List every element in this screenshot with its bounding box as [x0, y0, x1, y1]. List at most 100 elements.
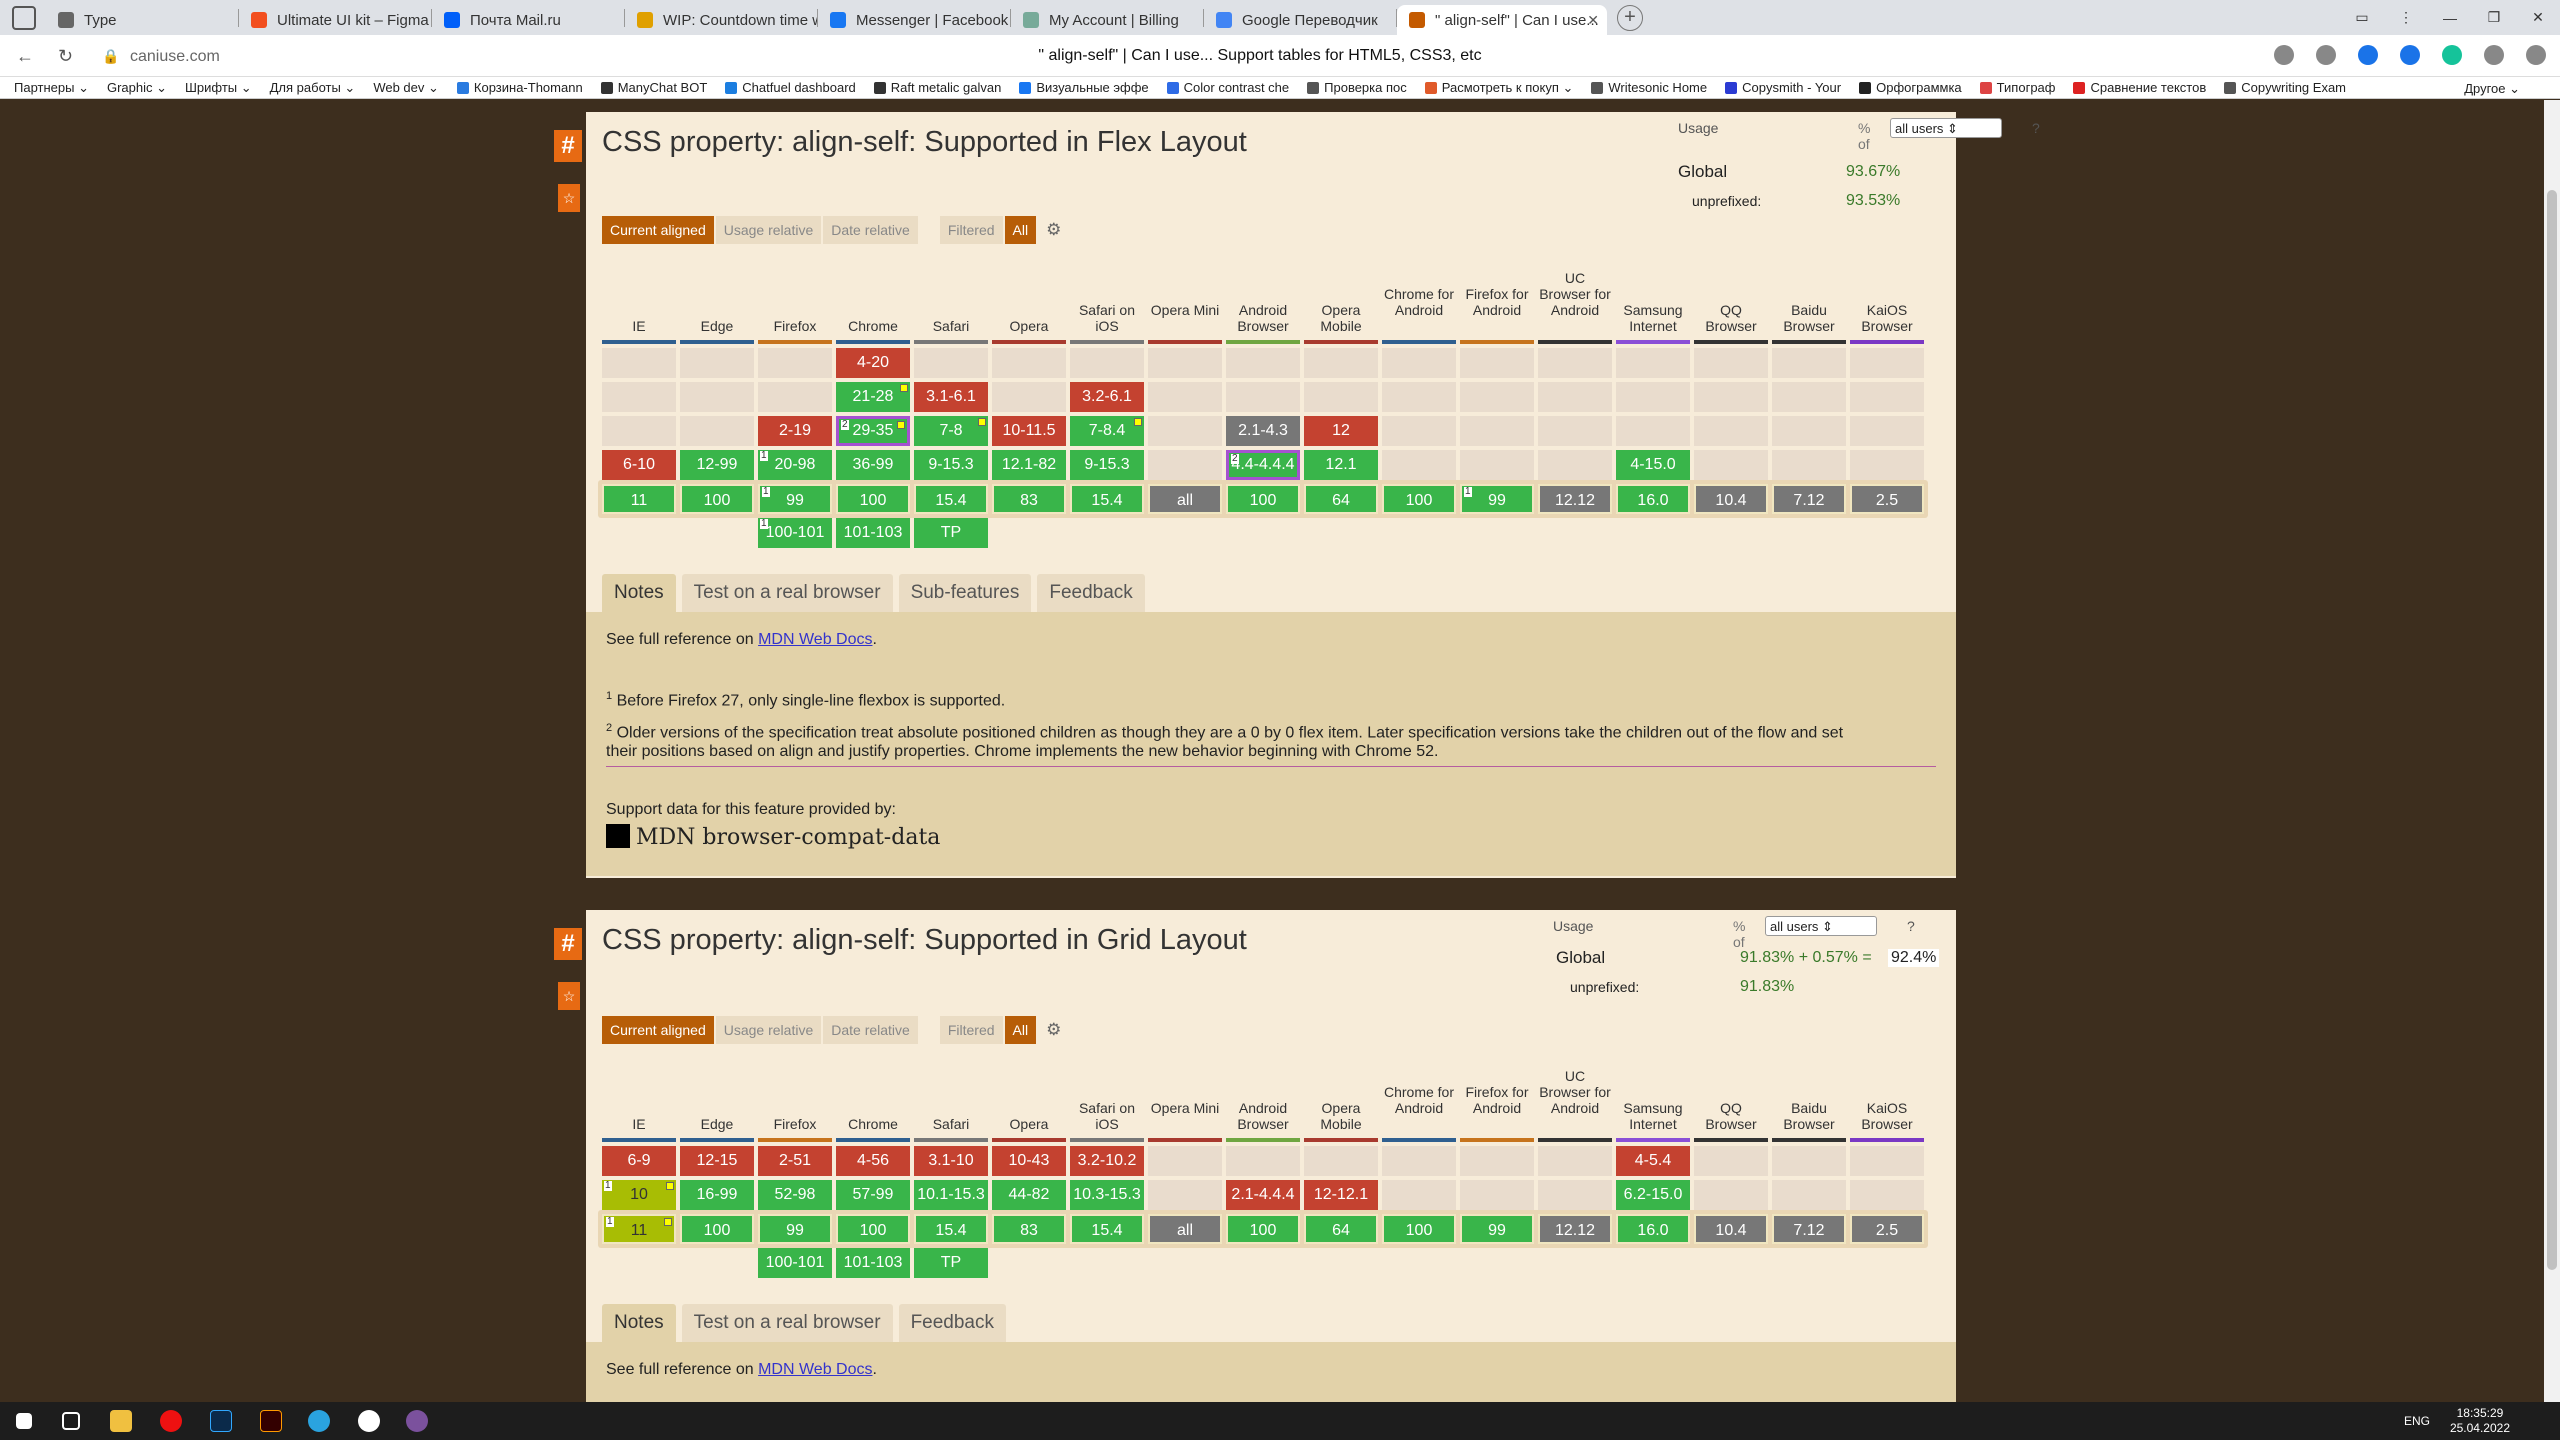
bookmark-item[interactable]: Расмотреть к покуп ⌄ [1424, 80, 1573, 96]
window-control-button[interactable]: — [2428, 10, 2472, 26]
support-cell[interactable]: 3.2-6.1 [1070, 382, 1144, 412]
support-cell[interactable]: 16.0 [1616, 484, 1690, 514]
mdn-link[interactable]: MDN Web Docs [758, 1361, 872, 1378]
support-cell[interactable]: 99 1 [1460, 484, 1534, 514]
illustrator-icon[interactable] [260, 1410, 282, 1432]
support-cell[interactable]: 2.1-4.3 [1226, 416, 1300, 446]
support-cell[interactable]: 10.4 [1694, 1214, 1768, 1244]
support-cell[interactable]: 100-101 1 [758, 518, 832, 548]
support-cell[interactable]: 64 [1304, 1214, 1378, 1244]
window-control-button[interactable]: ▭ [2340, 9, 2384, 26]
support-cell[interactable]: 29-35 2 [836, 416, 910, 446]
mdn-link[interactable]: MDN Web Docs [758, 631, 872, 648]
browser-tab[interactable]: Type [46, 5, 238, 35]
workspaces-icon[interactable] [12, 5, 36, 30]
support-cell[interactable]: 15.4 [914, 484, 988, 514]
support-cell[interactable]: 99 [758, 1214, 832, 1244]
support-cell[interactable]: 11 [602, 484, 676, 514]
tab-notes[interactable]: Notes [602, 574, 676, 612]
support-cell[interactable]: 6-10 [602, 450, 676, 480]
support-cell[interactable]: 6.2-15.0 [1616, 1180, 1690, 1210]
bookmark-item[interactable]: Copywriting Exam [2224, 80, 2346, 96]
support-cell[interactable]: 10.1-15.3 [914, 1180, 988, 1210]
bookmark-item[interactable]: Graphic ⌄ [107, 80, 167, 96]
bookmark-icon[interactable] [2316, 45, 2336, 65]
close-icon[interactable]: ✕ [1587, 12, 1599, 29]
support-cell[interactable]: 36-99 [836, 450, 910, 480]
support-cell[interactable]: 10-11.5 [992, 416, 1066, 446]
support-cell[interactable]: 11 1 [602, 1214, 676, 1244]
tab-test-on-a-real-browser[interactable]: Test on a real browser [681, 574, 893, 612]
support-cell[interactable]: 83 [992, 1214, 1066, 1244]
support-cell[interactable]: 4-5.4 [1616, 1146, 1690, 1176]
windows-start-icon[interactable] [16, 1413, 32, 1429]
hash-link-icon[interactable]: # [554, 928, 582, 960]
support-cell[interactable]: 9-15.3 [914, 450, 988, 480]
support-cell[interactable]: 10.3-15.3 [1070, 1180, 1144, 1210]
bookmark-item[interactable]: Сравнение текстов [2073, 80, 2206, 96]
bookmark-item[interactable]: Проверка пос [1307, 80, 1407, 96]
browser-tab[interactable]: Почта Mail.ru [432, 5, 624, 35]
extension-icon[interactable] [2358, 45, 2378, 65]
bookmark-item[interactable]: Raft metalic galvan [873, 80, 1001, 96]
support-cell[interactable]: 100 [836, 1214, 910, 1244]
support-cell[interactable]: 99 [1460, 1214, 1534, 1244]
support-cell[interactable]: 10.4 [1694, 484, 1768, 514]
bookmark-item[interactable]: Партнеры ⌄ [14, 80, 89, 96]
grammarly-icon[interactable] [2442, 45, 2462, 65]
support-cell[interactable]: 2-51 [758, 1146, 832, 1176]
support-cell[interactable]: 12-99 [680, 450, 754, 480]
opera-icon[interactable] [160, 1410, 182, 1432]
date-relative-button[interactable]: Date relative [823, 216, 918, 244]
tab-feedback[interactable]: Feedback [1037, 574, 1145, 612]
scroll-thumb[interactable] [2547, 190, 2557, 1270]
bookmark-item[interactable]: Copysmith - Your [1725, 80, 1841, 96]
tab-feedback[interactable]: Feedback [898, 1304, 1007, 1342]
bookmark-item[interactable]: Color contrast che [1166, 80, 1289, 96]
browser-tab[interactable]: WIP: Countdown time widg [625, 5, 817, 35]
window-control-button[interactable]: ✕ [2516, 9, 2560, 26]
filtered-button[interactable]: Filtered [939, 1016, 1003, 1044]
support-cell[interactable]: 2-19 [758, 416, 832, 446]
bookmark-item[interactable]: Web dev ⌄ [373, 80, 439, 96]
tab-test-on-a-real-browser[interactable]: Test on a real browser [681, 1304, 893, 1342]
support-cell[interactable]: 7.12 [1772, 484, 1846, 514]
extension-icon[interactable] [2400, 45, 2420, 65]
browser-tab[interactable]: Google Переводчик [1204, 5, 1396, 35]
support-cell[interactable]: 100-101 [758, 1248, 832, 1278]
support-cell[interactable]: 3.1-10 [914, 1146, 988, 1176]
support-cell[interactable]: 20-98 1 [758, 450, 832, 480]
support-cell[interactable]: 12-12.1 [1304, 1180, 1378, 1210]
browser-tab[interactable]: " align-self" | Can I use... ✕ [1397, 5, 1607, 35]
photoshop-icon[interactable] [210, 1410, 232, 1432]
support-cell[interactable]: TP [914, 518, 988, 548]
support-cell[interactable]: 3.1-6.1 [914, 382, 988, 412]
bookmark-item[interactable]: Writesonic Home [1591, 80, 1707, 96]
support-cell[interactable]: 7-8.4 [1070, 416, 1144, 446]
puzzle-icon[interactable] [2484, 45, 2504, 65]
scrollbar[interactable] [2544, 100, 2560, 1402]
viber-icon[interactable] [406, 1410, 428, 1432]
support-cell[interactable]: 44-82 [992, 1180, 1066, 1210]
new-tab-button[interactable]: + [1617, 4, 1643, 31]
bookmark-item[interactable]: Корзина-Thomann [456, 80, 583, 96]
support-cell[interactable]: 7-8 [914, 416, 988, 446]
support-cell[interactable]: 10-43 [992, 1146, 1066, 1176]
help-icon[interactable]: ? [2032, 120, 2040, 136]
support-cell[interactable]: 101-103 [836, 518, 910, 548]
bookmark-item[interactable]: Шрифты ⌄ [185, 80, 252, 96]
bookmark-item[interactable]: Chatfuel dashboard [725, 80, 856, 96]
bookmark-item[interactable]: ManyChat BOT [600, 80, 707, 96]
support-cell[interactable]: 4-15.0 [1616, 450, 1690, 480]
support-cell[interactable]: 100 [1226, 1214, 1300, 1244]
support-cell[interactable]: 12.1-82 [992, 450, 1066, 480]
support-cell[interactable]: 12-15 [680, 1146, 754, 1176]
bookmark-item[interactable]: Для работы ⌄ [270, 80, 356, 96]
all-button[interactable]: All [1004, 1016, 1037, 1044]
support-cell[interactable]: 12 [1304, 416, 1378, 446]
settings-gear-icon[interactable]: ⚙ [1038, 216, 1069, 244]
hash-link-icon[interactable]: # [554, 130, 582, 162]
current-aligned-button[interactable]: Current aligned [602, 216, 714, 244]
back-icon[interactable]: ← [16, 46, 34, 67]
support-cell[interactable]: 100 [680, 484, 754, 514]
